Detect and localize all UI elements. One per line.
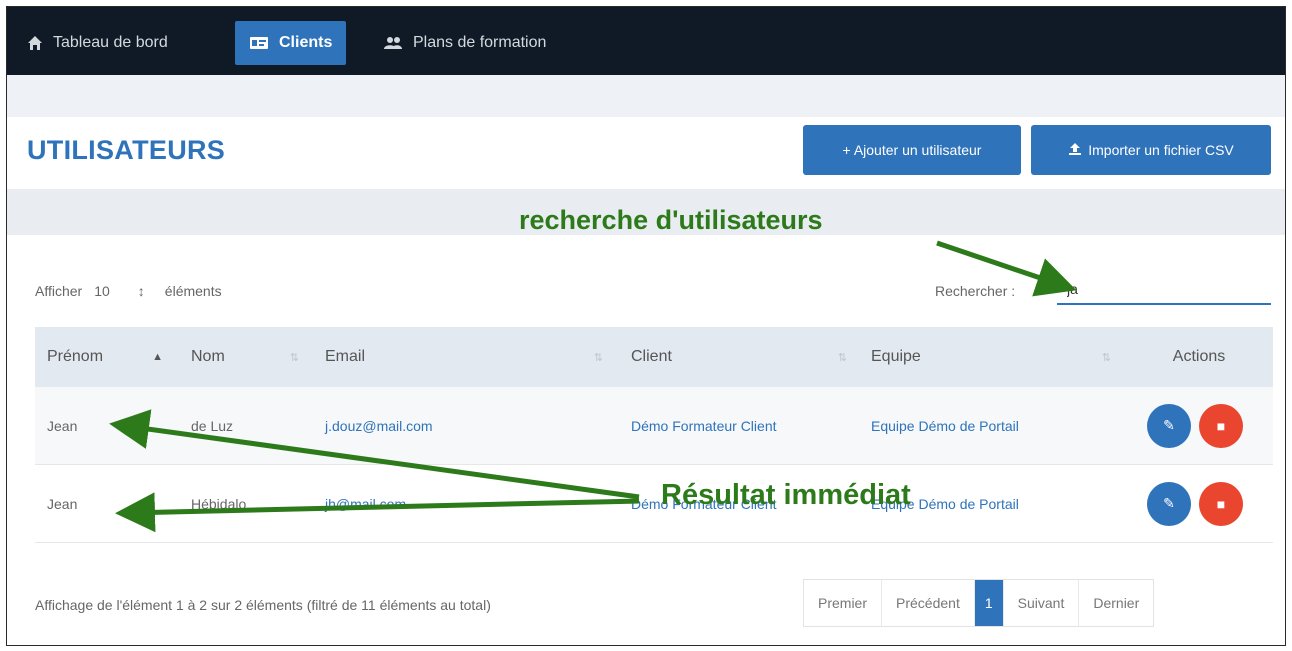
result-annotation: Résultat immédiat (661, 479, 911, 511)
result-arrow-row1 (109, 409, 640, 500)
result-arrow-row2 (115, 492, 640, 533)
search-annotation: recherche d'utilisateurs (519, 205, 823, 235)
annotation-arrows (109, 240, 1077, 533)
app-window: Tableau de bord Clients Plans de formati… (6, 6, 1286, 646)
search-annotation-arrow (936, 240, 1077, 297)
